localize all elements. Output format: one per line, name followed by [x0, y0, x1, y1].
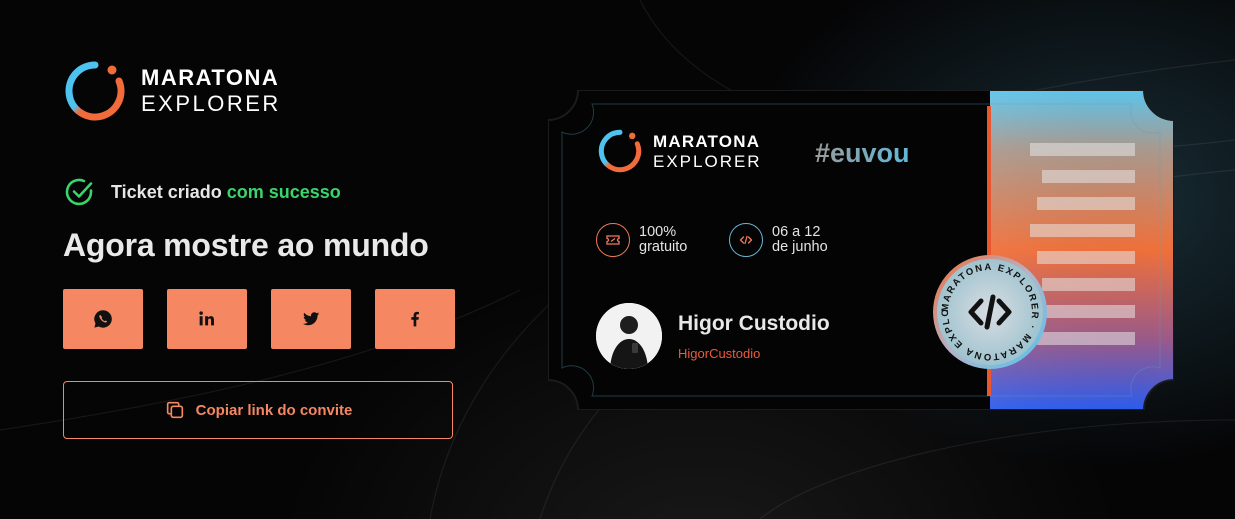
ticket-brand-line2: EXPLORER: [653, 151, 762, 171]
ticket-brand-logo: MARATONA EXPLORER: [597, 128, 762, 174]
success-highlight: com sucesso: [226, 181, 341, 202]
share-twitter-button[interactable]: [271, 289, 351, 349]
copy-icon: [166, 401, 183, 419]
whatsapp-icon: [94, 310, 112, 328]
twitter-icon: [303, 312, 320, 326]
dates-line1: 06 a 12: [772, 224, 821, 240]
share-facebook-button[interactable]: [375, 289, 455, 349]
avatar: [596, 303, 662, 369]
stamp-badge: MARATONA EXPLORER · MARATONA EXPLORER ·: [931, 253, 1047, 369]
ticket-date-info: 06 a 12 de junho: [729, 223, 828, 257]
user-name: Higor Custodio: [678, 312, 830, 335]
brand-name-line2: EXPLORER: [141, 91, 281, 116]
price-line2: gratuito: [639, 239, 688, 255]
facebook-icon: [411, 311, 419, 327]
success-text: Ticket criado: [111, 181, 222, 202]
brand-logo: MARATONA EXPLORER: [63, 59, 281, 123]
dates-line2: de junho: [772, 239, 828, 255]
page-title: Agora mostre ao mundo: [63, 227, 429, 263]
success-message: Ticket criado com sucesso: [63, 176, 341, 208]
check-circle-icon: [65, 178, 93, 206]
maratona-logo-icon: [598, 129, 642, 173]
brand-name-line1: MARATONA: [141, 65, 280, 90]
user-handle: HigorCustodio: [678, 346, 761, 361]
code-icon: [729, 223, 763, 257]
price-line1: 100%: [639, 224, 677, 240]
ticket-brand-line1: MARATONA: [653, 131, 761, 151]
ticket-icon: [596, 223, 630, 257]
ticket-price-info: 100% gratuito: [596, 223, 687, 257]
share-buttons: [63, 289, 455, 349]
maratona-logo-icon: [65, 61, 125, 121]
share-whatsapp-button[interactable]: [63, 289, 143, 349]
linkedin-icon: [199, 311, 214, 326]
ticket-hashtag: #euvou: [815, 138, 910, 168]
copy-invite-link-label: Copiar link do convite: [195, 401, 353, 419]
copy-invite-link-button[interactable]: Copiar link do convite: [63, 381, 453, 439]
share-linkedin-button[interactable]: [167, 289, 247, 349]
